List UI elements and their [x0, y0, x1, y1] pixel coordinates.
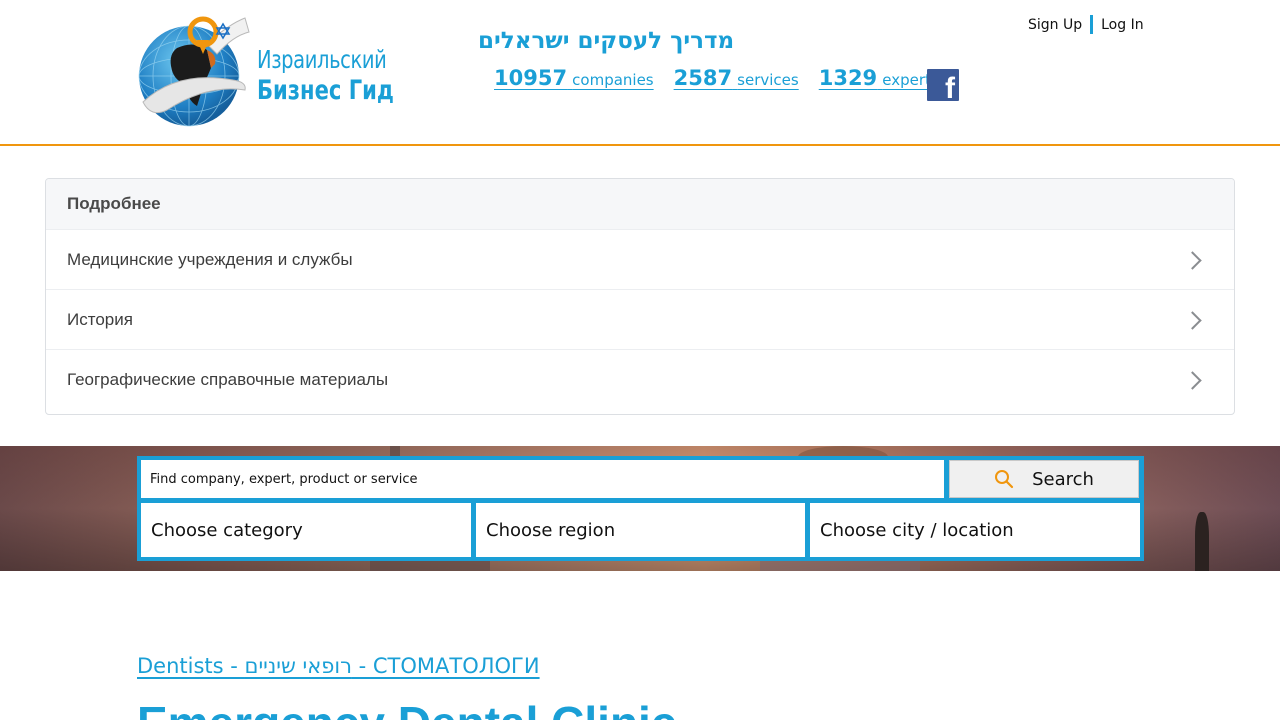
search-input[interactable]: Find company, expert, product or service [141, 460, 944, 498]
panel-item-geography[interactable]: Географические справочные материалы [46, 349, 1234, 409]
panel-title: Подробнее [46, 179, 1234, 229]
experts-count-link[interactable]: 1329 experts [819, 66, 939, 90]
city-select[interactable]: Choose city / location [810, 503, 1140, 557]
stat-number: 10957 [494, 66, 568, 90]
panel-item-label: История [67, 309, 133, 329]
category-link[interactable]: Dentists - רופאי שיניים - СТОМАТОЛОГИ [137, 654, 540, 678]
logo-line-1: Израильский [257, 45, 387, 74]
companies-count-link[interactable]: 10957 companies [494, 66, 654, 90]
chevron-right-icon [1188, 250, 1200, 270]
site-header: Израильский Бизнес Гид מדריך לעסקים ישרא… [0, 0, 1280, 146]
search-icon [994, 469, 1014, 489]
hero-tree-shape [1195, 512, 1209, 571]
logo-line-2: Бизнес Гид [257, 75, 394, 106]
facebook-icon[interactable]: f [927, 69, 959, 104]
more-info-panel: Подробнее Медицинские учреждения и служб… [45, 178, 1235, 415]
stat-number: 1329 [818, 66, 878, 90]
globe-logo-icon[interactable] [137, 10, 251, 130]
chevron-right-icon [1188, 310, 1200, 330]
logo-wordmark[interactable]: Израильский Бизнес Гид [257, 44, 433, 106]
chevron-right-icon [1188, 370, 1200, 390]
stat-number: 2587 [673, 66, 733, 90]
sign-up-link[interactable]: Sign Up [1028, 17, 1082, 33]
stat-label: companies [572, 71, 654, 89]
auth-links: Sign Up Log In [1028, 15, 1144, 34]
search-button[interactable]: Search [949, 460, 1139, 498]
search-form: Find company, expert, product or service… [137, 456, 1144, 561]
stat-label: services [737, 71, 799, 89]
panel-item-label: Географические справочные материалы [67, 369, 389, 389]
panel-item-medical[interactable]: Медицинские учреждения и службы [46, 229, 1234, 289]
services-count-link[interactable]: 2587 services [674, 66, 799, 90]
site-tagline: מדריך לעסקים ישראלים [478, 28, 735, 54]
region-select[interactable]: Choose region [476, 503, 805, 557]
search-button-label: Search [1032, 468, 1094, 490]
category-select[interactable]: Choose category [141, 503, 471, 557]
page-title: Emergency Dental Clinic [137, 698, 676, 720]
log-in-link[interactable]: Log In [1101, 17, 1143, 33]
stats-bar: 10957 companies 2587 services 1329 exper… [494, 66, 939, 90]
auth-divider [1090, 15, 1094, 34]
panel-item-history[interactable]: История [46, 289, 1234, 349]
panel-item-label: Медицинские учреждения и службы [67, 249, 353, 269]
